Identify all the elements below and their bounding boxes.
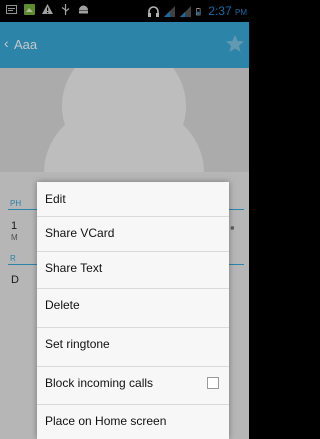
contact-options-menu: Edit Share VCard Share Text Delete Set r… xyxy=(37,182,229,439)
menu-item-label: Place on Home screen xyxy=(45,414,167,428)
menu-item-share-vcard[interactable]: Share VCard xyxy=(37,216,229,249)
menu-item-place-on-home-screen[interactable]: Place on Home screen xyxy=(37,404,229,437)
menu-item-set-ringtone[interactable]: Set ringtone xyxy=(37,327,229,360)
menu-item-delete[interactable]: Delete xyxy=(37,288,229,321)
menu-item-share-text[interactable]: Share Text xyxy=(37,251,229,284)
menu-item-label: Share Text xyxy=(45,261,103,275)
menu-item-edit[interactable]: Edit xyxy=(37,182,229,215)
menu-item-label: Set ringtone xyxy=(45,337,110,351)
menu-item-block-incoming-calls[interactable]: Block incoming calls xyxy=(37,366,229,399)
menu-item-label: Share VCard xyxy=(45,226,115,240)
menu-item-label: Block incoming calls xyxy=(45,376,154,390)
menu-item-label: Delete xyxy=(45,298,80,312)
menu-item-label: Edit xyxy=(45,191,66,206)
block-calls-checkbox[interactable] xyxy=(207,377,219,389)
